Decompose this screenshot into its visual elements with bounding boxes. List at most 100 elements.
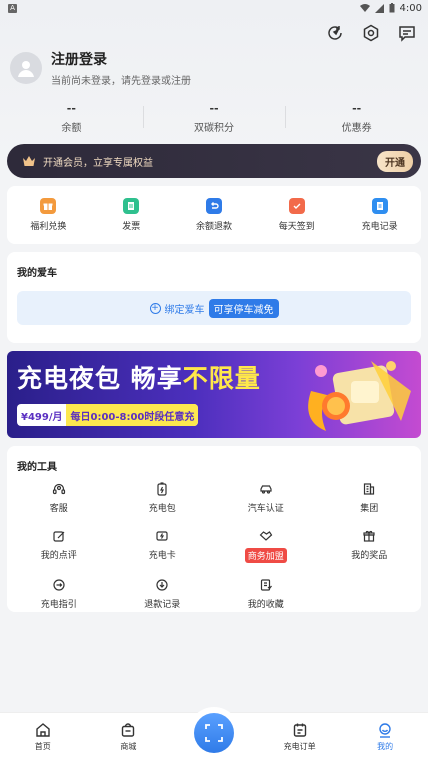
tool-label: 商务加盟	[244, 548, 287, 563]
tool-label: 充电包	[148, 504, 176, 514]
tool-group[interactable]: 集团	[318, 481, 422, 514]
plus-icon: +	[149, 302, 161, 314]
tool-label: 充电卡	[148, 551, 176, 561]
quick-label: 发票	[122, 222, 141, 232]
tab-home[interactable]: 首页	[0, 721, 86, 752]
quick-charge-records[interactable]: 充电记录	[338, 198, 421, 232]
tool-label: 汽车认证	[247, 504, 284, 514]
bind-car-text: 绑定爱车	[164, 304, 205, 316]
login-subtitle: 当前尚未登录，请先登录或注册	[51, 76, 191, 87]
tool-label: 我的奖品	[351, 551, 388, 561]
banner-price: ¥499/月	[21, 411, 63, 423]
balance-stat[interactable]: -- 余额	[0, 102, 143, 134]
message-icon[interactable]	[396, 22, 418, 44]
charge-card-icon	[154, 528, 170, 544]
refresh-icon[interactable]	[324, 22, 346, 44]
gift-icon	[361, 528, 377, 544]
status-bar: A 4:00	[0, 0, 428, 16]
my-tools-section: 我的工具 客服 充电包 汽车认证 集团 我的点评 充电卡 商务加盟 我的奖品 充…	[7, 446, 421, 612]
tool-my-reviews[interactable]: 我的点评	[7, 528, 111, 563]
invoice-icon	[123, 198, 140, 214]
tool-refund-records[interactable]: 退款记录	[111, 577, 215, 610]
tab-charge-orders[interactable]: 充电订单	[257, 721, 343, 752]
tool-label: 充电指引	[40, 600, 77, 610]
checkin-icon	[288, 198, 305, 214]
gift-box-icon	[40, 198, 57, 214]
section-title: 我的爱车	[17, 268, 57, 279]
parking-discount-badge: 可享停车减免	[208, 298, 279, 318]
tool-charge-package[interactable]: 充电包	[111, 481, 215, 514]
stat-value: --	[66, 102, 76, 115]
quick-welfare-exchange[interactable]: 福利兑换	[7, 198, 90, 232]
signal-icon	[374, 3, 384, 13]
banner-desc: 每日0:00-8:00时段任意充	[66, 404, 199, 426]
scan-button[interactable]	[193, 712, 234, 753]
battery-icon	[389, 3, 395, 13]
favorite-icon	[258, 577, 274, 593]
tool-customer-service[interactable]: 客服	[7, 481, 111, 514]
profile-section[interactable]: 注册登录 当前尚未登录，请先登录或注册	[0, 48, 428, 88]
profile-icon	[376, 721, 394, 739]
home-icon	[34, 721, 52, 739]
handshake-icon	[258, 528, 274, 544]
tool-label: 我的点评	[40, 551, 77, 561]
quick-daily-checkin[interactable]: 每天签到	[255, 198, 338, 232]
tab-label: 充电订单	[283, 742, 316, 751]
settings-icon[interactable]	[360, 22, 382, 44]
my-car-section: 我的爱车 + 绑定爱车 可享停车减免	[7, 252, 421, 343]
night-package-banner[interactable]: 充电夜包 畅享不限量 ¥499/月 每日0:00-8:00时段任意充	[7, 351, 421, 438]
tool-label: 客服	[49, 504, 68, 514]
tab-label: 首页	[34, 742, 51, 751]
tool-my-favorites[interactable]: 我的收藏	[214, 577, 318, 610]
tab-label: 商城	[120, 742, 137, 751]
banner-illustration	[308, 361, 411, 431]
crown-icon	[23, 156, 35, 166]
stat-value: --	[352, 102, 362, 115]
tool-label: 我的收藏	[247, 600, 284, 610]
quick-balance-refund[interactable]: 余额退款	[173, 198, 256, 232]
tool-charging-guide[interactable]: 充电指引	[7, 577, 111, 610]
banner-title: 充电夜包 畅享不限量	[17, 364, 261, 393]
quick-label: 每天签到	[278, 222, 315, 232]
tool-business-partner[interactable]: 商务加盟	[214, 528, 318, 563]
refund-icon	[154, 577, 170, 593]
records-icon	[371, 198, 388, 214]
tool-label: 退款记录	[144, 600, 181, 610]
guide-icon	[51, 577, 67, 593]
vip-open-button[interactable]: 开通	[377, 150, 413, 172]
clock: 4:00	[399, 2, 422, 14]
battery-pack-icon	[154, 481, 170, 497]
stat-label: 优惠券	[341, 123, 372, 134]
tool-charge-card[interactable]: 充电卡	[111, 528, 215, 563]
headset-icon	[51, 481, 67, 497]
car-cert-icon	[258, 481, 274, 497]
avatar[interactable]	[10, 52, 42, 84]
section-title: 我的工具	[17, 462, 57, 473]
orders-icon	[291, 721, 309, 739]
tab-mall[interactable]: 商城	[86, 721, 172, 752]
quick-label: 余额退款	[195, 222, 232, 232]
building-icon	[361, 481, 377, 497]
stat-label: 余额	[61, 123, 82, 134]
vip-text: 开通会员，立享专属权益	[43, 157, 153, 169]
login-title[interactable]: 注册登录	[51, 49, 191, 69]
quick-label: 福利兑换	[30, 222, 67, 232]
bottom-tab-bar: 首页 商城 充电订单 我的	[0, 712, 428, 760]
quick-invoice[interactable]: 发票	[90, 198, 173, 232]
tool-my-prizes[interactable]: 我的奖品	[318, 528, 422, 563]
refund-arrow-icon	[205, 198, 222, 214]
carbon-points-stat[interactable]: -- 双碳积分	[142, 102, 286, 134]
vip-banner[interactable]: 开通会员，立享专属权益 开通	[7, 144, 421, 178]
shopping-bag-icon	[119, 721, 137, 739]
quick-actions: 福利兑换 发票 余额退款 每天签到 充电记录	[7, 186, 421, 244]
tab-mine[interactable]: 我的	[342, 721, 428, 752]
tool-car-certification[interactable]: 汽车认证	[214, 481, 318, 514]
notification-icon: A	[8, 3, 17, 13]
review-icon	[51, 528, 67, 544]
account-stats: -- 余额 -- 双碳积分 -- 优惠券	[0, 102, 428, 134]
coupon-stat[interactable]: -- 优惠券	[285, 102, 428, 134]
banner-price-tag: ¥499/月 每日0:00-8:00时段任意充	[17, 404, 199, 426]
stat-value: --	[209, 102, 219, 115]
wifi-icon	[359, 4, 370, 12]
bind-car-button[interactable]: + 绑定爱车 可享停车减免	[17, 291, 411, 325]
